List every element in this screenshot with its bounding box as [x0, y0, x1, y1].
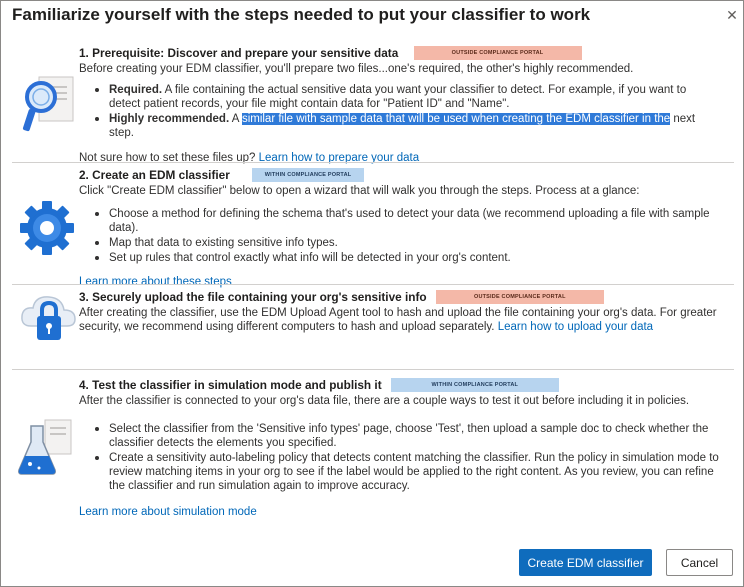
step-3-header: 3. Securely upload the file containing y…: [79, 290, 734, 305]
list-item: Required. A file containing the actual s…: [95, 83, 719, 111]
selected-text: similar file with sample data that will …: [241, 113, 671, 125]
step-2: 2. Create an EDM classifier WITHIN COMPL…: [79, 168, 734, 289]
step-3-tag: OUTSIDE COMPLIANCE PORTAL: [435, 290, 604, 304]
list-item: Create a sensitivity auto-labeling polic…: [95, 452, 719, 492]
step-4-footer: Learn more about simulation mode: [79, 505, 734, 519]
step-1-tag: OUTSIDE COMPLIANCE PORTAL: [413, 46, 582, 60]
step-4-intro: After the classifier is connected to you…: [79, 395, 690, 407]
divider: [12, 162, 734, 163]
list-item: Choose a method for defining the schema …: [95, 207, 719, 235]
step-1: 1. Prerequisite: Discover and prepare yo…: [79, 46, 734, 165]
step-1-header: 1. Prerequisite: Discover and prepare yo…: [79, 46, 734, 61]
step-2-intro: Click "Create EDM classifier" below to o…: [79, 185, 640, 197]
divider: [12, 284, 734, 285]
step-1-title: 1. Prerequisite: Discover and prepare yo…: [79, 46, 399, 60]
step-4-title: 4. Test the classifier in simulation mod…: [79, 378, 382, 392]
dialog: Familiarize yourself with the steps need…: [0, 0, 744, 587]
step-1-bullets: Required. A file containing the actual s…: [95, 83, 719, 140]
step-1-intro: Before creating your EDM classifier, you…: [79, 63, 634, 75]
step-2-footer: Learn more about these steps: [79, 275, 734, 289]
flask-icon: [18, 419, 72, 475]
step-3-intro: After creating the classifier, use the E…: [79, 306, 734, 334]
list-item: Set up rules that control exactly what i…: [95, 251, 719, 265]
list-item: Select the classifier from the 'Sensitiv…: [95, 422, 719, 450]
step-3-title: 3. Securely upload the file containing y…: [79, 290, 427, 304]
bullet-bold-label: Required.: [109, 84, 163, 96]
close-icon[interactable]: ✕: [724, 7, 740, 23]
cloud-lock-icon: [21, 296, 76, 340]
magnifier-document-icon: [22, 76, 74, 132]
bullet-text: A: [229, 113, 242, 125]
step-4-tag: WITHIN COMPLIANCE PORTAL: [390, 378, 559, 392]
step-4-bullets: Select the classifier from the 'Sensitiv…: [95, 422, 719, 493]
step-3: 3. Securely upload the file containing y…: [79, 290, 734, 334]
upload-data-link[interactable]: Learn how to upload your data: [498, 321, 653, 333]
step-4-header: 4. Test the classifier in simulation mod…: [79, 378, 734, 393]
dialog-title: Familiarize yourself with the steps need…: [12, 5, 591, 24]
step-2-header: 2. Create an EDM classifier WITHIN COMPL…: [79, 168, 734, 183]
list-item: Highly recommended. A similar file with …: [95, 112, 719, 140]
list-item: Map that data to existing sensitive info…: [95, 236, 719, 250]
gear-icon: [20, 201, 74, 255]
learn-steps-link[interactable]: Learn more about these steps: [79, 276, 232, 288]
simulation-mode-link[interactable]: Learn more about simulation mode: [79, 506, 257, 518]
step-2-bullets: Choose a method for defining the schema …: [95, 207, 719, 265]
step-4: 4. Test the classifier in simulation mod…: [79, 378, 734, 519]
create-edm-classifier-button[interactable]: Create EDM classifier: [519, 549, 652, 576]
bullet-bold-label: Highly recommended.: [109, 113, 230, 125]
step-2-tag: WITHIN COMPLIANCE PORTAL: [252, 168, 365, 182]
step-2-title: 2. Create an EDM classifier: [79, 168, 230, 182]
bullet-text: A file containing the actual sensitive d…: [109, 84, 687, 110]
cancel-button[interactable]: Cancel: [666, 549, 733, 576]
divider: [12, 369, 734, 370]
